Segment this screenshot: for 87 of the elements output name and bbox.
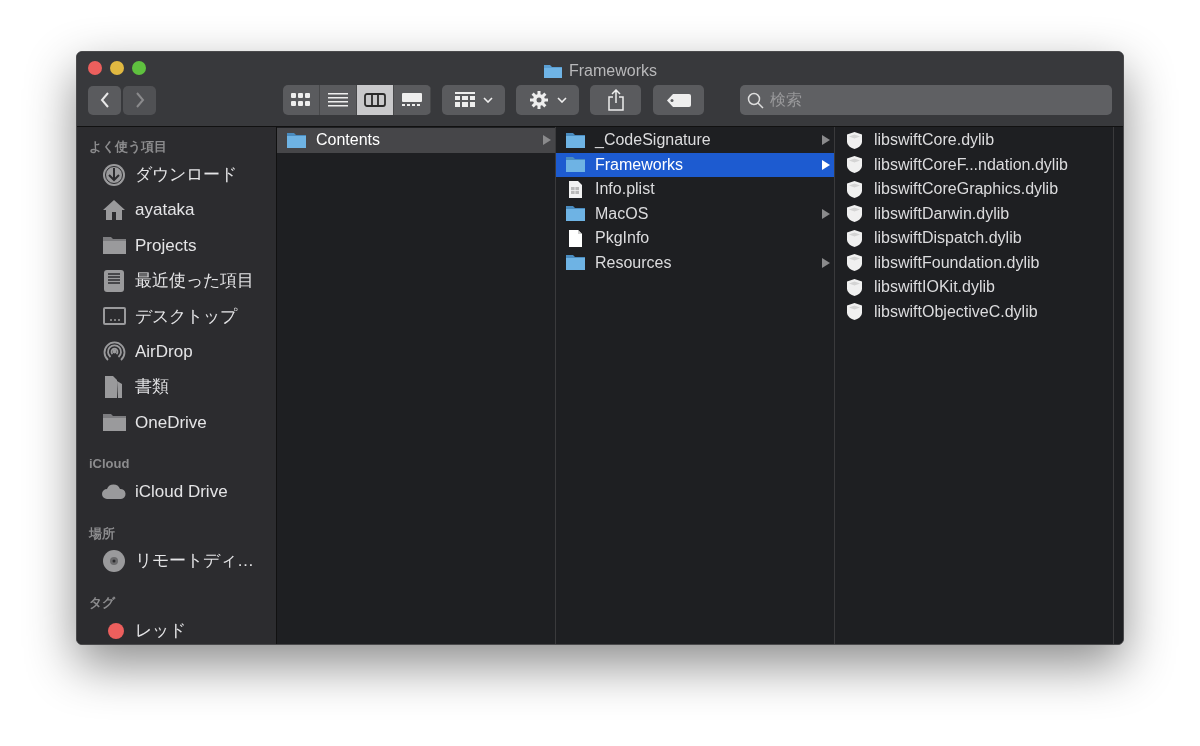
sidebar-item[interactable]: ダウンロード — [77, 157, 276, 193]
sidebar-section-header: タグ — [88, 594, 117, 613]
shield-icon — [846, 204, 863, 224]
house-icon — [102, 199, 126, 222]
shield-icon — [846, 155, 863, 175]
back-button[interactable] — [88, 85, 121, 115]
group-grid-icon — [454, 92, 475, 108]
folder-icon — [543, 63, 563, 79]
minimize-button[interactable] — [110, 61, 124, 75]
tag-button[interactable] — [653, 85, 704, 115]
shield-icon — [846, 253, 863, 273]
caret-icon — [556, 97, 567, 103]
file-row[interactable]: libswiftCore.dylib — [835, 128, 1113, 153]
gear-icon — [528, 90, 549, 110]
file-row[interactable]: libswiftObjectiveC.dylib — [835, 299, 1113, 324]
disclosure-arrow-icon — [543, 135, 551, 146]
file-row[interactable]: PkgInfo — [556, 226, 834, 251]
sidebar-item[interactable]: デスクトップ — [77, 298, 276, 334]
tray-icon — [103, 268, 125, 293]
sidebar-item[interactable]: iCloud Drive — [77, 474, 276, 510]
share-icon — [606, 89, 625, 111]
sidebar-item[interactable]: リモートディ… — [77, 543, 276, 579]
column-view-icon — [364, 93, 386, 107]
sidebar-item[interactable]: AirDrop — [77, 333, 276, 370]
chevron-left-icon — [99, 92, 110, 108]
window-title: Frameworks — [569, 61, 657, 81]
file-row[interactable]: Resources — [556, 250, 834, 275]
sidebar-item[interactable]: レッド — [77, 612, 276, 644]
sidebar-item[interactable]: OneDrive — [77, 404, 276, 441]
document-icon — [568, 179, 583, 199]
sidebar-item[interactable]: 書類 — [77, 369, 276, 405]
file-row[interactable]: _CodeSignature — [556, 128, 834, 153]
group-button[interactable] — [442, 85, 505, 115]
documents-icon — [103, 375, 125, 400]
folder-icon — [101, 412, 127, 433]
zoom-button[interactable] — [132, 61, 146, 75]
file-row[interactable]: Contents — [277, 128, 555, 153]
shield-icon — [846, 302, 863, 322]
view-mode-button[interactable] — [283, 85, 320, 115]
disc-icon — [102, 549, 126, 574]
file-row[interactable]: libswiftCoreGraphics.dylib — [835, 177, 1113, 202]
action-button[interactable] — [516, 85, 579, 115]
search-field[interactable]: 検索 — [740, 85, 1112, 115]
sidebar-item[interactable]: 最近使った項目 — [77, 263, 276, 299]
view-mode-button[interactable] — [320, 85, 357, 115]
file-row[interactable]: MacOS — [556, 201, 834, 226]
document-icon — [568, 228, 583, 248]
list-view-icon — [328, 93, 348, 107]
shield-icon — [846, 277, 863, 297]
file-row[interactable]: libswiftDispatch.dylib — [835, 226, 1113, 251]
view-mode-button[interactable] — [357, 85, 394, 115]
file-row[interactable]: libswiftIOKit.dylib — [835, 275, 1113, 300]
gallery-view-icon — [401, 93, 423, 107]
icon-view-icon — [291, 93, 311, 107]
sidebar-section-header: iCloud — [88, 455, 131, 474]
caret-icon — [482, 97, 493, 103]
sidebar-item[interactable]: ayataka — [77, 192, 276, 228]
cloud-icon — [101, 483, 127, 501]
sidebar-item[interactable]: Projects — [77, 227, 276, 264]
folder-icon — [565, 131, 586, 149]
folder-icon — [565, 254, 586, 272]
share-button[interactable] — [590, 85, 641, 115]
folder-icon — [286, 131, 307, 149]
folder-icon — [565, 156, 586, 174]
sidebar-section-header: 場所 — [87, 524, 116, 543]
file-row[interactable]: libswiftFoundation.dylib — [835, 250, 1113, 275]
folder-icon — [101, 235, 127, 256]
shield-icon — [846, 179, 863, 199]
file-row[interactable]: Frameworks — [556, 152, 834, 177]
disclosure-arrow-icon — [822, 159, 830, 170]
desktop-icon — [101, 306, 127, 327]
disclosure-arrow-icon — [822, 257, 830, 268]
sidebar-section-header: よく使う項目 — [88, 138, 168, 157]
file-row[interactable]: Info.plist — [556, 177, 834, 202]
tag-icon — [666, 93, 691, 107]
file-row[interactable]: libswiftDarwin.dylib — [835, 201, 1113, 226]
shield-icon — [846, 228, 863, 248]
disclosure-arrow-icon — [822, 135, 830, 146]
view-mode-button[interactable] — [394, 85, 431, 115]
folder-icon — [565, 205, 586, 223]
disclosure-arrow-icon — [822, 208, 830, 219]
download-icon — [102, 162, 126, 187]
close-button[interactable] — [88, 61, 102, 75]
shield-icon — [846, 130, 863, 150]
search-icon — [747, 92, 764, 109]
file-row[interactable]: libswiftCoreF...ndation.dylib — [835, 152, 1113, 177]
chevron-right-icon — [134, 92, 145, 108]
